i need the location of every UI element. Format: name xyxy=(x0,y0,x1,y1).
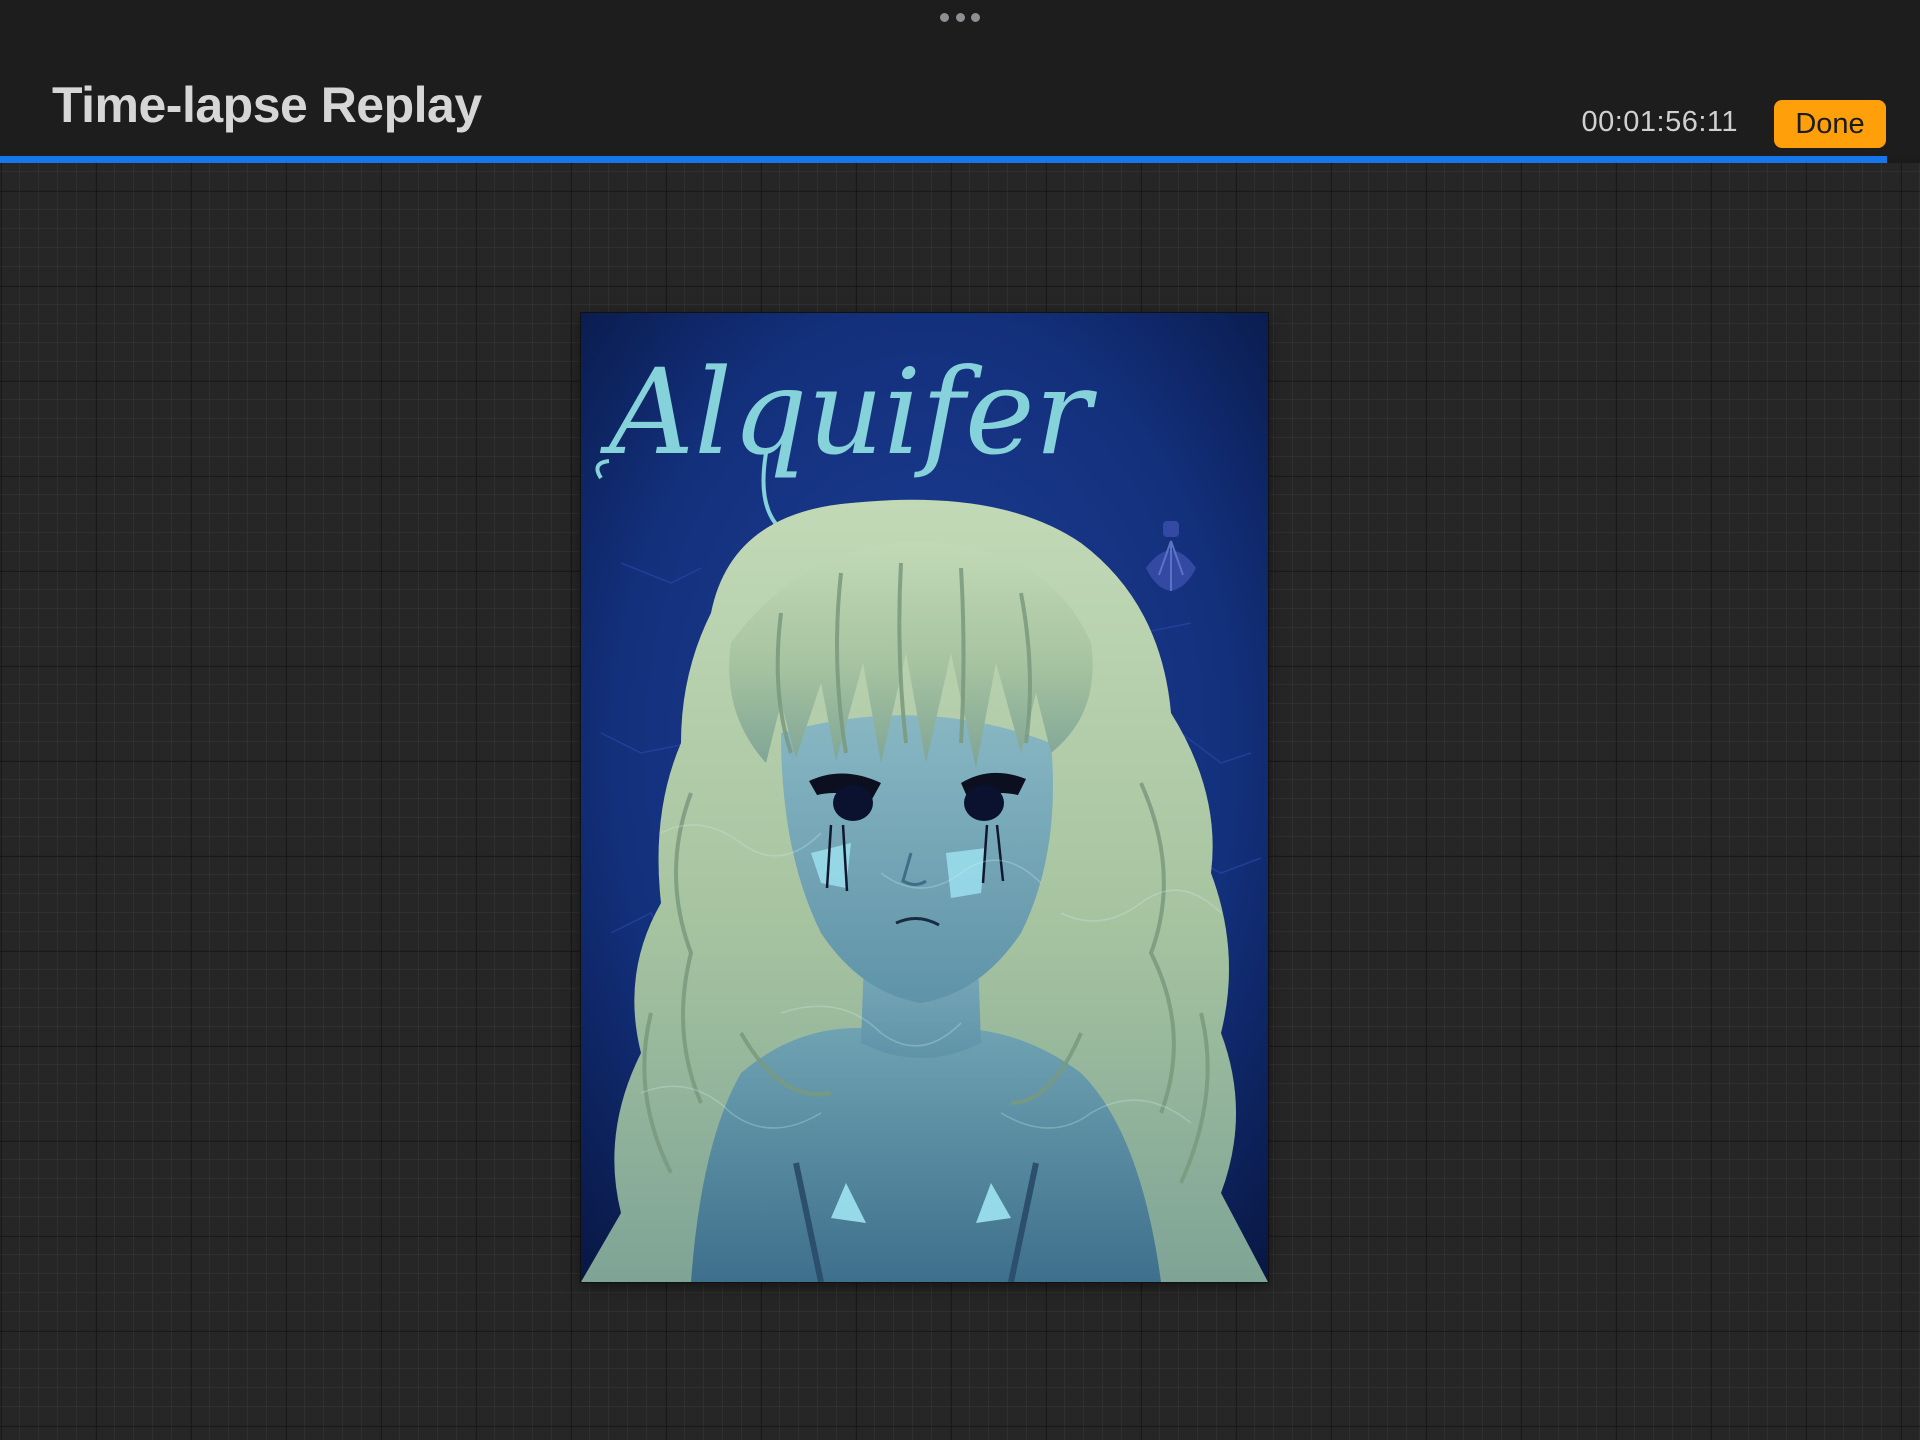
elapsed-time-label: 00:01:56:11 xyxy=(1581,106,1738,138)
timelapse-replay-screen: Time-lapse Replay 00:01:56:11 Done Alqui… xyxy=(0,0,1920,1440)
artwork-illustration: Alquifer xyxy=(581,313,1268,1282)
dot xyxy=(955,12,965,22)
artwork-title-lettering: Alquifer xyxy=(600,343,1098,481)
more-options-icon[interactable] xyxy=(940,10,980,24)
top-toolbar: Time-lapse Replay 00:01:56:11 Done xyxy=(0,0,1920,156)
page-title: Time-lapse Replay xyxy=(52,77,482,133)
dot xyxy=(940,12,949,22)
artwork-canvas[interactable]: Alquifer xyxy=(581,313,1268,1282)
dot xyxy=(971,12,980,22)
playback-progress-fill xyxy=(0,156,1888,163)
playback-progress-bar[interactable] xyxy=(0,156,1920,163)
done-button[interactable]: Done xyxy=(1774,100,1886,148)
